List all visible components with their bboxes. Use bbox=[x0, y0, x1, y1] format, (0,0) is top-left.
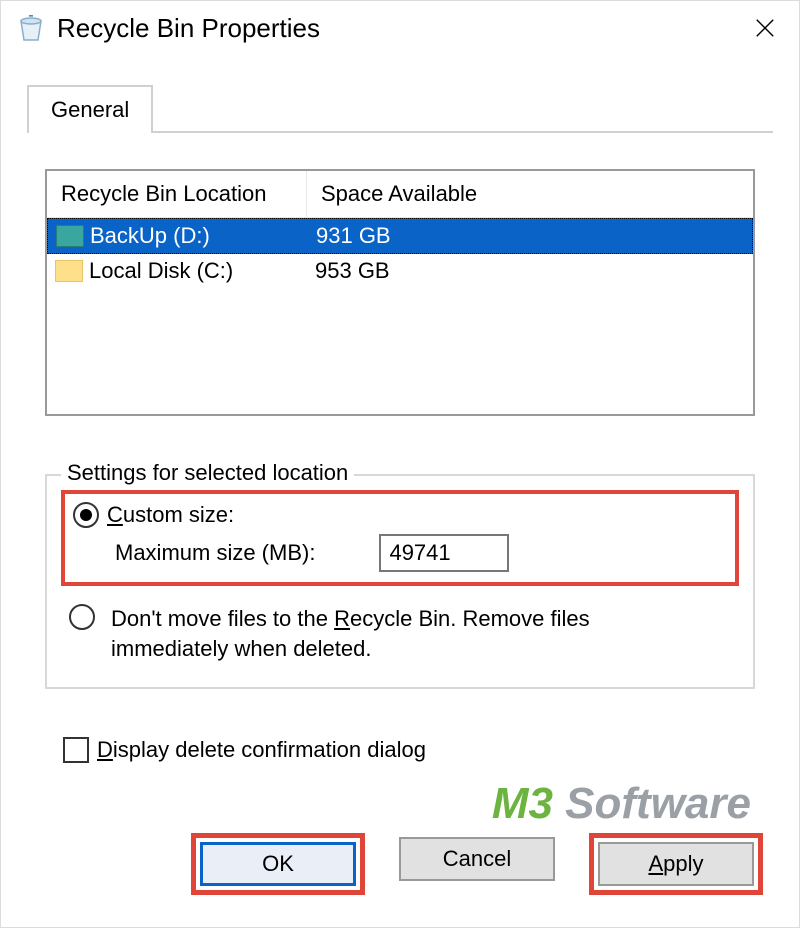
ok-highlight: OK bbox=[191, 833, 365, 895]
option-dont-move[interactable]: Don't move files to the Recycle Bin. Rem… bbox=[69, 604, 739, 663]
label-rest: ustom size: bbox=[123, 502, 234, 527]
label-rest: isplay delete confirmation dialog bbox=[113, 737, 426, 762]
custom-size-highlight: Custom size: Maximum size (MB): bbox=[61, 490, 739, 586]
max-size-label: Maximum size (MB): bbox=[115, 540, 315, 566]
dont-move-label: Don't move files to the Recycle Bin. Rem… bbox=[111, 604, 671, 663]
dialog-button-row: OK Cancel Apply bbox=[1, 833, 799, 895]
settings-group: Settings for selected location Custom si… bbox=[45, 474, 755, 689]
tabstrip: General bbox=[27, 85, 773, 133]
label-pre: Don't move files to the bbox=[111, 606, 334, 631]
confirm-delete-option[interactable]: Display delete confirmation dialog bbox=[63, 737, 755, 763]
drive-row-backup-d[interactable]: BackUp (D:) 931 GB bbox=[47, 218, 753, 254]
cancel-button[interactable]: Cancel bbox=[399, 837, 555, 881]
drive-row-local-c[interactable]: Local Disk (C:) 953 GB bbox=[47, 254, 753, 288]
max-size-row: Maximum size (MB): bbox=[115, 534, 727, 572]
settings-legend: Settings for selected location bbox=[61, 460, 354, 486]
confirm-delete-label: Display delete confirmation dialog bbox=[97, 737, 426, 763]
radio-dot-icon bbox=[80, 509, 92, 521]
titlebar: Recycle Bin Properties bbox=[1, 1, 799, 55]
drive-space: 953 GB bbox=[315, 258, 745, 284]
underline-char: R bbox=[334, 606, 350, 631]
cancel-wrap: Cancel bbox=[395, 833, 559, 895]
watermark-m3: M3 bbox=[492, 779, 565, 828]
apply-highlight: Apply bbox=[589, 833, 763, 895]
drive-icon bbox=[56, 225, 84, 247]
list-body: BackUp (D:) 931 GB Local Disk (C:) 953 G… bbox=[47, 218, 753, 414]
col-header-space[interactable]: Space Available bbox=[307, 171, 753, 217]
tab-general[interactable]: General bbox=[27, 85, 153, 133]
ok-button[interactable]: OK bbox=[200, 842, 356, 886]
drive-location: Local Disk (C:) bbox=[89, 258, 315, 284]
recycle-bin-properties-dialog: Recycle Bin Properties General Recycle B… bbox=[0, 0, 800, 928]
apply-button[interactable]: Apply bbox=[598, 842, 754, 886]
window-title: Recycle Bin Properties bbox=[57, 13, 741, 44]
list-header: Recycle Bin Location Space Available bbox=[47, 171, 753, 218]
radio-custom-size[interactable] bbox=[73, 502, 99, 528]
drive-list[interactable]: Recycle Bin Location Space Available Bac… bbox=[45, 169, 755, 416]
underline-char: D bbox=[97, 737, 113, 762]
col-header-location[interactable]: Recycle Bin Location bbox=[47, 171, 307, 217]
tab-panel-general: Recycle Bin Location Space Available Bac… bbox=[27, 133, 773, 763]
watermark-software: Software bbox=[565, 779, 751, 828]
radio-dont-move[interactable] bbox=[69, 604, 95, 630]
close-icon bbox=[754, 17, 776, 39]
option-custom-size[interactable]: Custom size: bbox=[73, 502, 727, 528]
custom-size-label: Custom size: bbox=[107, 502, 234, 528]
underline-char: A bbox=[648, 851, 663, 877]
recycle-bin-icon bbox=[15, 12, 47, 44]
drive-space: 931 GB bbox=[316, 223, 744, 249]
close-button[interactable] bbox=[741, 8, 789, 48]
underline-char: C bbox=[107, 502, 123, 527]
max-size-input[interactable] bbox=[379, 534, 509, 572]
label-rest: pply bbox=[663, 851, 703, 877]
drive-location: BackUp (D:) bbox=[90, 223, 316, 249]
drive-icon bbox=[55, 260, 83, 282]
watermark: M3 Software bbox=[492, 779, 751, 829]
checkbox-confirm-delete[interactable] bbox=[63, 737, 89, 763]
